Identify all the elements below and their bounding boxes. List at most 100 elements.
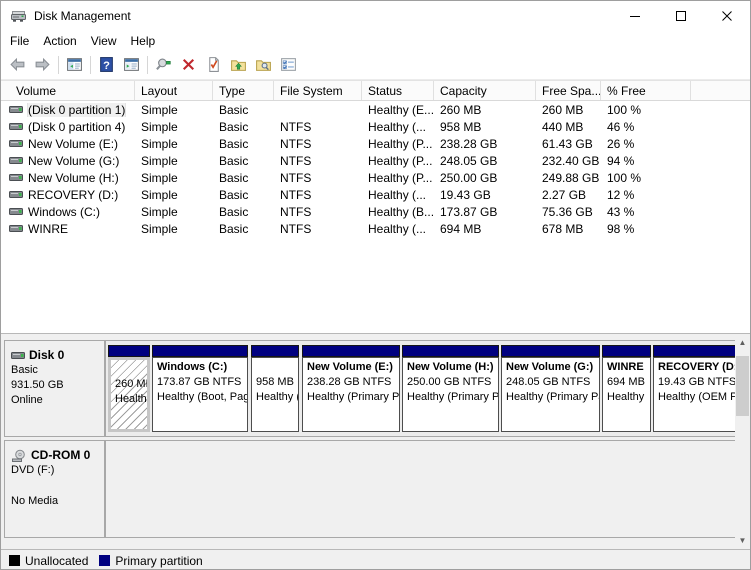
disk0-label[interactable]: Disk 0 Basic 931.50 GB Online <box>4 340 105 437</box>
volume-free-space: 440 MB <box>536 120 601 134</box>
partition-name: New Volume (E:) <box>307 360 399 375</box>
partition-size: 260 MB <box>115 377 147 392</box>
toolbar-separator <box>90 56 91 74</box>
partition-body: 958 MB Healthy (Recovery Partition) <box>251 357 299 432</box>
column-header-type[interactable]: Type <box>213 81 274 100</box>
partition-size: 173.87 GB NTFS <box>157 375 247 390</box>
partition-block[interactable]: WINRE 694 MB Healthy <box>602 345 651 432</box>
toolbar: ? <box>1 50 750 80</box>
volume-name: RECOVERY (D:) <box>28 188 118 202</box>
menubar: File Action View Help <box>1 31 750 50</box>
column-header-pct-free[interactable]: % Free <box>601 81 691 100</box>
column-header-volume[interactable]: Volume <box>3 81 135 100</box>
check-document-button[interactable] <box>202 54 225 76</box>
checklist-button[interactable] <box>277 54 300 76</box>
menu-action[interactable]: Action <box>36 34 83 48</box>
console-tree-button[interactable] <box>63 54 86 76</box>
column-header-status[interactable]: Status <box>362 81 434 100</box>
menu-file[interactable]: File <box>3 34 36 48</box>
scroll-up-icon[interactable]: ▲︎ <box>735 335 750 350</box>
column-header-file-system[interactable]: File System <box>274 81 362 100</box>
action-pane-icon <box>123 56 140 73</box>
forward-button[interactable] <box>31 54 54 76</box>
volume-row[interactable]: WINRE Simple Basic NTFS Healthy (... 694… <box>1 220 750 237</box>
volume-pct-free: 94 % <box>601 154 691 168</box>
partition-body: RECOVERY (D:) 19.43 GB NTFS Healthy (OEM… <box>653 357 737 432</box>
menu-help[interactable]: Help <box>124 34 163 48</box>
menu-view[interactable]: View <box>84 34 124 48</box>
volume-pct-free: 100 % <box>601 171 691 185</box>
console-tree-icon <box>66 56 83 73</box>
volume-status: Healthy (P... <box>362 137 434 151</box>
close-button[interactable] <box>704 1 750 31</box>
unallocated-swatch <box>9 555 20 566</box>
magnifier-button[interactable] <box>152 54 175 76</box>
volume-file-system: NTFS <box>274 137 362 151</box>
partition-name: RECOVERY (D:) <box>658 360 736 375</box>
folder-up-button[interactable] <box>227 54 250 76</box>
delete-volume-icon <box>180 56 197 73</box>
disk-icon <box>11 351 25 360</box>
partition-body: New Volume (H:) 250.00 GB NTFS Healthy (… <box>402 357 499 432</box>
legend-primary-partition-label: Primary partition <box>115 554 202 568</box>
partition-block[interactable]: 260 MB Healthy <box>108 345 150 432</box>
cdrom-status: No Media <box>11 494 104 509</box>
scrollbar-thumb[interactable] <box>736 356 749 416</box>
folder-up-icon <box>230 56 247 73</box>
volume-row[interactable]: (Disk 0 partition 4) Simple Basic NTFS H… <box>1 118 750 135</box>
column-header-layout[interactable]: Layout <box>135 81 213 100</box>
forward-icon <box>34 56 51 73</box>
column-header-free-space[interactable]: Free Spa... <box>536 81 601 100</box>
volume-row[interactable]: New Volume (E:) Simple Basic NTFS Health… <box>1 135 750 152</box>
delete-volume-button[interactable] <box>177 54 200 76</box>
partition-block[interactable]: New Volume (E:) 238.28 GB NTFS Healthy (… <box>302 345 400 432</box>
back-button[interactable] <box>6 54 29 76</box>
volume-type: Basic <box>213 103 274 117</box>
volume-name: (Disk 0 partition 4) <box>28 120 125 134</box>
folder-search-button[interactable] <box>252 54 275 76</box>
volume-row[interactable]: New Volume (H:) Simple Basic NTFS Health… <box>1 169 750 186</box>
volume-layout: Simple <box>135 205 213 219</box>
volume-capacity: 250.00 GB <box>434 171 536 185</box>
partition-type-bar <box>108 345 150 357</box>
legend-unallocated-label: Unallocated <box>25 554 88 568</box>
partition-block[interactable]: Windows (C:) 173.87 GB NTFS Healthy (Boo… <box>152 345 248 432</box>
volume-free-space: 75.36 GB <box>536 205 601 219</box>
volume-capacity: 958 MB <box>434 120 536 134</box>
volume-name: (Disk 0 partition 1) <box>28 103 125 117</box>
maximize-button[interactable] <box>658 1 704 31</box>
volume-icon <box>9 207 23 216</box>
volume-row[interactable]: Windows (C:) Simple Basic NTFS Healthy (… <box>1 203 750 220</box>
volume-pct-free: 98 % <box>601 222 691 236</box>
minimize-button[interactable] <box>612 1 658 31</box>
cdrom-label[interactable]: CD-ROM 0 DVD (F:) No Media <box>4 440 105 538</box>
volume-icon <box>9 122 23 131</box>
volume-row[interactable]: RECOVERY (D:) Simple Basic NTFS Healthy … <box>1 186 750 203</box>
partition-status: Healthy (Primary Partition) <box>506 390 599 405</box>
partition-body: New Volume (G:) 248.05 GB NTFS Healthy (… <box>501 357 600 432</box>
partition-block[interactable]: 958 MB Healthy (Recovery Partition) <box>251 345 299 432</box>
volume-type: Basic <box>213 222 274 236</box>
partition-block[interactable]: New Volume (G:) 248.05 GB NTFS Healthy (… <box>501 345 600 432</box>
volume-type: Basic <box>213 205 274 219</box>
volume-pct-free: 26 % <box>601 137 691 151</box>
action-pane-button[interactable] <box>120 54 143 76</box>
partition-block[interactable]: RECOVERY (D:) 19.43 GB NTFS Healthy (OEM… <box>653 345 737 432</box>
cdrom-media-area <box>105 440 736 538</box>
volume-row[interactable]: (Disk 0 partition 1) Simple Basic Health… <box>1 101 750 118</box>
folder-search-icon <box>255 56 272 73</box>
volume-status: Healthy (... <box>362 188 434 202</box>
help-button[interactable]: ? <box>95 54 118 76</box>
volume-status: Healthy (... <box>362 222 434 236</box>
volume-free-space: 260 MB <box>536 103 601 117</box>
column-header-capacity[interactable]: Capacity <box>434 81 536 100</box>
volume-capacity: 173.87 GB <box>434 205 536 219</box>
volume-row[interactable]: New Volume (G:) Simple Basic NTFS Health… <box>1 152 750 169</box>
partition-status: Healthy (OEM Partition) <box>658 390 736 405</box>
volume-layout: Simple <box>135 222 213 236</box>
partition-name <box>256 360 298 375</box>
partition-block[interactable]: New Volume (H:) 250.00 GB NTFS Healthy (… <box>402 345 499 432</box>
scroll-down-icon[interactable]: ▼︎ <box>735 533 750 548</box>
graph-scrollbar[interactable]: ▲︎ ▼︎ <box>735 334 750 549</box>
partition-name: Windows (C:) <box>157 360 247 375</box>
